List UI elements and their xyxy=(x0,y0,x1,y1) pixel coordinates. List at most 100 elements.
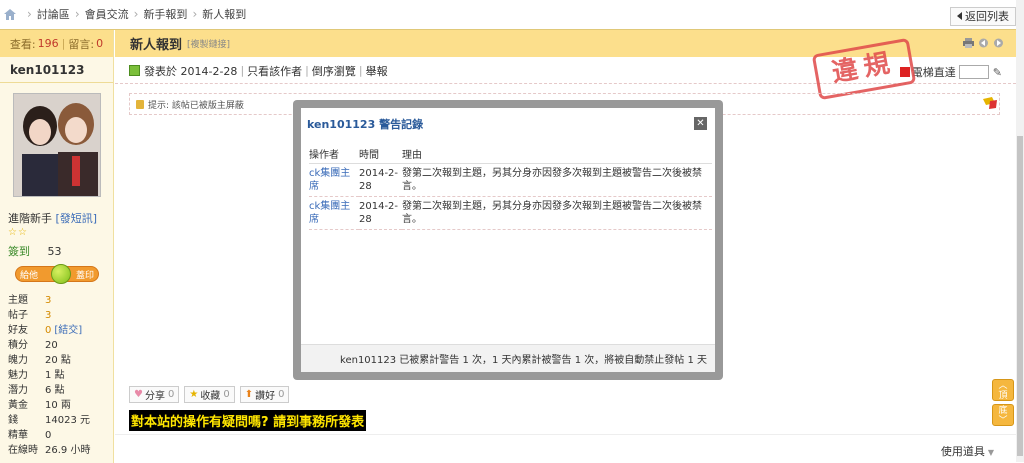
table-row: ck集團主席 2014-2-28 發第二次報到主題，另其分身亦因發多次報到主題被… xyxy=(309,163,712,197)
gift-stamp-button[interactable]: 給他 蓋印 xyxy=(15,264,99,284)
help-banner[interactable]: 對本站的操作有疑問嗎? 請到事務所發表 xyxy=(129,410,367,431)
replies-count: 0 xyxy=(96,37,104,50)
breadcrumb-newbie-report[interactable]: 新手報到 xyxy=(143,6,187,22)
back-arrow-icon xyxy=(957,12,962,20)
info-key: 好友 xyxy=(8,325,28,336)
favorite-button[interactable]: ★ 收藏 0 xyxy=(184,386,235,403)
info-key: 潛力 xyxy=(8,385,28,396)
use-tools-button[interactable]: 使用道具 ▼ xyxy=(941,443,994,459)
info-key: 積分 xyxy=(8,340,28,351)
meta-separator: | xyxy=(358,64,363,77)
toggle-knob-icon xyxy=(51,264,71,284)
prev-thread-icon[interactable] xyxy=(978,38,989,48)
reverse-order-link[interactable]: 倒序瀏覽 xyxy=(312,63,356,79)
like-label: 讚好 xyxy=(255,391,276,402)
info-key: 錢 xyxy=(8,415,18,426)
info-row: 好友 0 [結交] xyxy=(8,323,112,338)
breadcrumb-forum[interactable]: 討論區 xyxy=(37,6,70,22)
post-date: 發表於 2014-2-28 xyxy=(144,64,238,78)
operator-link[interactable]: ck集團主席 xyxy=(309,201,350,225)
warning-record-dialog: ken101123 警告記錄 ✕ 操作者 時間 理由 ck集團主席 2014-2… xyxy=(293,100,723,380)
breadcrumb-separator: › xyxy=(133,7,139,21)
info-key: 主題 xyxy=(8,295,28,306)
report-link[interactable]: 舉報 xyxy=(366,63,388,79)
warning-reason: 發第二次報到主題，另其分身亦因發多次報到主題被警告二次後被禁言。 xyxy=(402,196,712,230)
heart-icon: ♥ xyxy=(134,389,143,400)
operator-link[interactable]: ck集團主席 xyxy=(309,168,350,192)
breadcrumb: › 討論區 › 會員交流 › 新手報到 › 新人報到 xyxy=(0,0,1016,28)
chevron-down-icon: ▼ xyxy=(987,448,994,457)
dialog-body: ken101123 警告記錄 ✕ 操作者 時間 理由 ck集團主席 2014-2… xyxy=(301,108,715,372)
info-row: 黃金 10 兩 xyxy=(8,398,112,413)
back-to-list-button[interactable]: 返回列表 xyxy=(950,7,1016,26)
info-key: 在線時 xyxy=(8,445,38,456)
home-icon[interactable] xyxy=(4,8,16,20)
info-row: 精華 0 xyxy=(8,428,112,443)
title-toolbar xyxy=(963,38,1004,48)
chevron-down-icon: ﹀ xyxy=(998,416,1008,426)
warning-time: 2014-2-28 xyxy=(359,163,402,197)
thread-title: 新人報到 xyxy=(130,38,183,53)
info-value: 0 xyxy=(45,430,52,441)
topics-count[interactable]: 3 xyxy=(45,293,51,308)
info-row: 魄力 20 點 xyxy=(8,353,112,368)
send-pm-link[interactable]: [發短訊] xyxy=(56,212,98,225)
close-icon[interactable]: ✕ xyxy=(694,117,707,130)
posts-count[interactable]: 3 xyxy=(45,308,51,323)
info-key: 精華 xyxy=(8,430,28,441)
table-row: ck集團主席 2014-2-28 發第二次報到主題，另其分身亦因發多次報到主題被… xyxy=(309,196,712,230)
copy-link[interactable]: [複製鏈接] xyxy=(187,37,230,50)
info-row: 魅力 1 點 xyxy=(8,368,112,383)
dialog-footer: ken101123 已被累計警告 1 次，1 天內累計被警告 1 次，將被自動禁… xyxy=(301,344,715,372)
user-rank: 進階新手 [發短訊] xyxy=(8,210,97,226)
replies-label: 留言: xyxy=(68,37,95,51)
user-info-list: 主題 3 帖子 3 好友 0 [結交] 積分 20 魄力 20 點 魅力 1 點 潛力 6 點 … xyxy=(8,293,112,458)
breadcrumb-separator: › xyxy=(74,7,80,21)
header-reason: 理由 xyxy=(402,146,712,164)
up-arrow-icon: ⬆ xyxy=(244,389,254,400)
stats-separator: | xyxy=(61,37,66,50)
share-label: 分享 xyxy=(144,391,165,402)
gift-label: 給他 xyxy=(20,270,39,281)
floor-jump-input[interactable] xyxy=(958,65,989,79)
back-to-list-label: 返回列表 xyxy=(965,10,1009,23)
floor-jump-label: 電梯直達 xyxy=(911,66,956,79)
print-icon[interactable] xyxy=(963,38,974,48)
friends-count[interactable]: 0 xyxy=(45,323,51,338)
share-button[interactable]: ♥ 分享 0 xyxy=(129,386,180,403)
info-value: 10 兩 xyxy=(45,400,71,411)
share-count: 0 xyxy=(167,389,175,400)
scrollbar-thumb[interactable] xyxy=(1017,136,1023,456)
avatar-image xyxy=(14,94,100,196)
info-key: 魄力 xyxy=(8,355,28,366)
username[interactable]: ken101123 xyxy=(0,57,113,83)
post-actions: ♥ 分享 0 ★ 收藏 0 ⬆ 讚好 0 xyxy=(129,386,290,403)
info-row: 積分 20 xyxy=(8,338,112,353)
like-button[interactable]: ⬆ 讚好 0 xyxy=(239,386,290,403)
info-key: 魅力 xyxy=(8,370,28,381)
dialog-title: ken101123 警告記錄 xyxy=(307,118,424,131)
header-time: 時間 xyxy=(359,146,402,164)
add-friend-link[interactable]: [結交] xyxy=(54,325,82,336)
lock-icon xyxy=(136,99,144,109)
only-author-link[interactable]: 只看該作者 xyxy=(247,63,302,79)
scroll-top-button[interactable]: ︿ 頂 xyxy=(992,379,1014,401)
warning-icon[interactable] xyxy=(983,97,997,109)
checkin-days: 簽到 53 xyxy=(8,243,62,259)
info-value: 20 點 xyxy=(45,355,71,366)
breadcrumb-member-exchange[interactable]: 會員交流 xyxy=(85,6,129,22)
info-value: 14023 元 xyxy=(45,415,90,426)
warning-reason: 發第二次報到主題，另其分身亦因發多次報到主題被警告二次後被禁言。 xyxy=(402,163,712,197)
wrench-icon[interactable]: ✎ xyxy=(993,66,1002,79)
online-status-icon xyxy=(129,65,140,76)
scroll-bottom-label: 底 xyxy=(998,406,1008,416)
meta-separator: | xyxy=(240,64,245,77)
scroll-bottom-button[interactable]: 底 ﹀ xyxy=(992,404,1014,426)
avatar[interactable] xyxy=(13,93,101,197)
next-thread-icon[interactable] xyxy=(993,38,1004,48)
info-value: 6 點 xyxy=(45,385,65,396)
info-value: 20 xyxy=(45,340,58,351)
warning-table: 操作者 時間 理由 ck集團主席 2014-2-28 發第二次報到主題，另其分身… xyxy=(309,146,712,230)
breadcrumb-thread[interactable]: 新人報到 xyxy=(202,6,246,22)
page-scrollbar[interactable] xyxy=(1016,0,1024,462)
